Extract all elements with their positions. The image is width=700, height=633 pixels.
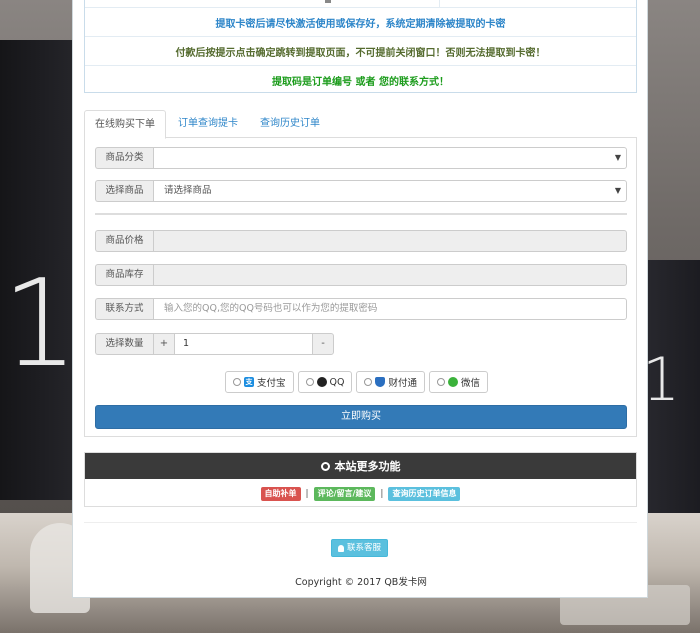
order-tabs: 在线购买下单 订单查询提卡 查询历史订单: [84, 110, 637, 139]
category-field: 商品分类 ▼: [95, 147, 627, 169]
product-field: 选择商品 请选择商品 ▼: [95, 180, 627, 202]
contact-service-button[interactable]: 联系客服: [331, 539, 389, 557]
caret-down-icon: ▼: [614, 153, 621, 162]
radio-icon[interactable]: [364, 378, 373, 386]
more-features-links: 自助补单 | 评论/留言/建议 | 查询历史订单信息: [85, 479, 636, 508]
payment-wechat-label: 微信: [461, 378, 481, 389]
buy-now-button[interactable]: 立即购买: [95, 405, 627, 429]
stock-readonly: [153, 264, 627, 286]
link-separator: |: [380, 488, 384, 499]
stock-field: 商品库存: [95, 264, 627, 286]
footer-divider: [84, 522, 637, 523]
payment-alipay-label: 支付宝: [257, 378, 286, 389]
caret-down-icon: ▼: [614, 186, 621, 195]
tenpay-icon: [375, 377, 386, 387]
link-separator: |: [305, 488, 309, 499]
payment-alipay[interactable]: 支 支付宝: [225, 371, 294, 393]
self-service-reissue-link[interactable]: 自助补单: [260, 486, 301, 501]
notice-panel: 提取卡密后请尽快激活使用或保存好，系统定期清除被提取的卡密 付款后按提示点击确定…: [84, 0, 637, 93]
radio-icon[interactable]: [233, 378, 241, 386]
notice-line-2: 付款后按提示点击确定跳转到提取页面，不可提前关闭窗口！否则无法提取到卡密！: [85, 37, 636, 66]
price-readonly: [153, 230, 627, 252]
category-select[interactable]: ▼: [153, 147, 627, 169]
location-pin-icon: [320, 461, 330, 471]
wechat-icon: [448, 377, 458, 387]
more-features-header: 本站更多功能: [85, 453, 636, 479]
more-features-title: 本站更多功能: [334, 460, 401, 473]
main-container: 提取卡密后请尽快激活使用或保存好，系统定期清除被提取的卡密 付款后按提示点击确定…: [72, 0, 648, 598]
purchase-form: 商品分类 ▼ 选择商品 请选择商品 ▼ 商品价格 商品库存 联系方式 输入您的Q…: [84, 138, 637, 437]
order-history-link[interactable]: 查询历史订单信息: [388, 486, 461, 501]
price-field: 商品价格: [95, 230, 627, 252]
copyright-text: Copyright © 2017 QB发卡网: [295, 577, 427, 588]
payment-tenpay-label: 财付通: [388, 378, 417, 389]
product-value: 请选择商品: [164, 185, 212, 196]
contact-input[interactable]: 输入您的QQ,您的QQ号码也可以作为您的提取密码: [153, 298, 627, 320]
radio-icon[interactable]: [437, 378, 445, 386]
background-monitor-left: 15: [0, 40, 149, 500]
radio-icon[interactable]: [305, 378, 314, 386]
tab-online-purchase[interactable]: 在线购买下单: [84, 110, 166, 139]
quantity-stepper: 选择数量 + 1 -: [95, 333, 334, 355]
quantity-label: 选择数量: [95, 333, 153, 355]
payment-tenpay[interactable]: 财付通: [356, 371, 425, 393]
category-label: 商品分类: [95, 147, 153, 169]
notice-divider: [439, 0, 440, 8]
price-label: 商品价格: [95, 230, 153, 252]
notice-line-1: 提取卡密后请尽快激活使用或保存好，系统定期清除被提取的卡密: [85, 8, 636, 37]
payment-qq[interactable]: QQ: [297, 371, 353, 393]
quantity-plus-button[interactable]: +: [153, 333, 175, 355]
form-divider: [95, 213, 627, 215]
qq-icon: [316, 377, 327, 387]
payment-options: 支 支付宝 QQ 财付通 微信: [225, 371, 489, 393]
product-label: 选择商品: [95, 180, 153, 202]
notice-dot: [325, 0, 331, 3]
payment-qq-label: QQ: [329, 376, 345, 388]
user-icon: [338, 544, 344, 552]
notice-line-3: 提取码是订单编号 或者 您的联系方式！: [272, 77, 449, 88]
product-select[interactable]: 请选择商品 ▼: [153, 180, 627, 202]
contact-field: 联系方式 输入您的QQ,您的QQ号码也可以作为您的提取密码: [95, 298, 627, 320]
stock-label: 商品库存: [95, 264, 153, 286]
tab-order-history[interactable]: 查询历史订单: [250, 110, 330, 138]
notice-top-row: [85, 0, 636, 8]
feedback-link[interactable]: 评论/留言/建议: [313, 486, 376, 501]
more-features-panel: 本站更多功能 自助补单 | 评论/留言/建议 | 查询历史订单信息: [84, 452, 637, 507]
contact-service-label: 联系客服: [347, 543, 382, 553]
quantity-input[interactable]: 1: [175, 333, 312, 355]
tab-order-query[interactable]: 订单查询提卡: [168, 110, 248, 138]
alipay-icon: 支: [244, 377, 254, 387]
payment-wechat[interactable]: 微信: [429, 371, 489, 393]
quantity-minus-button[interactable]: -: [312, 333, 334, 355]
contact-label: 联系方式: [95, 298, 153, 320]
